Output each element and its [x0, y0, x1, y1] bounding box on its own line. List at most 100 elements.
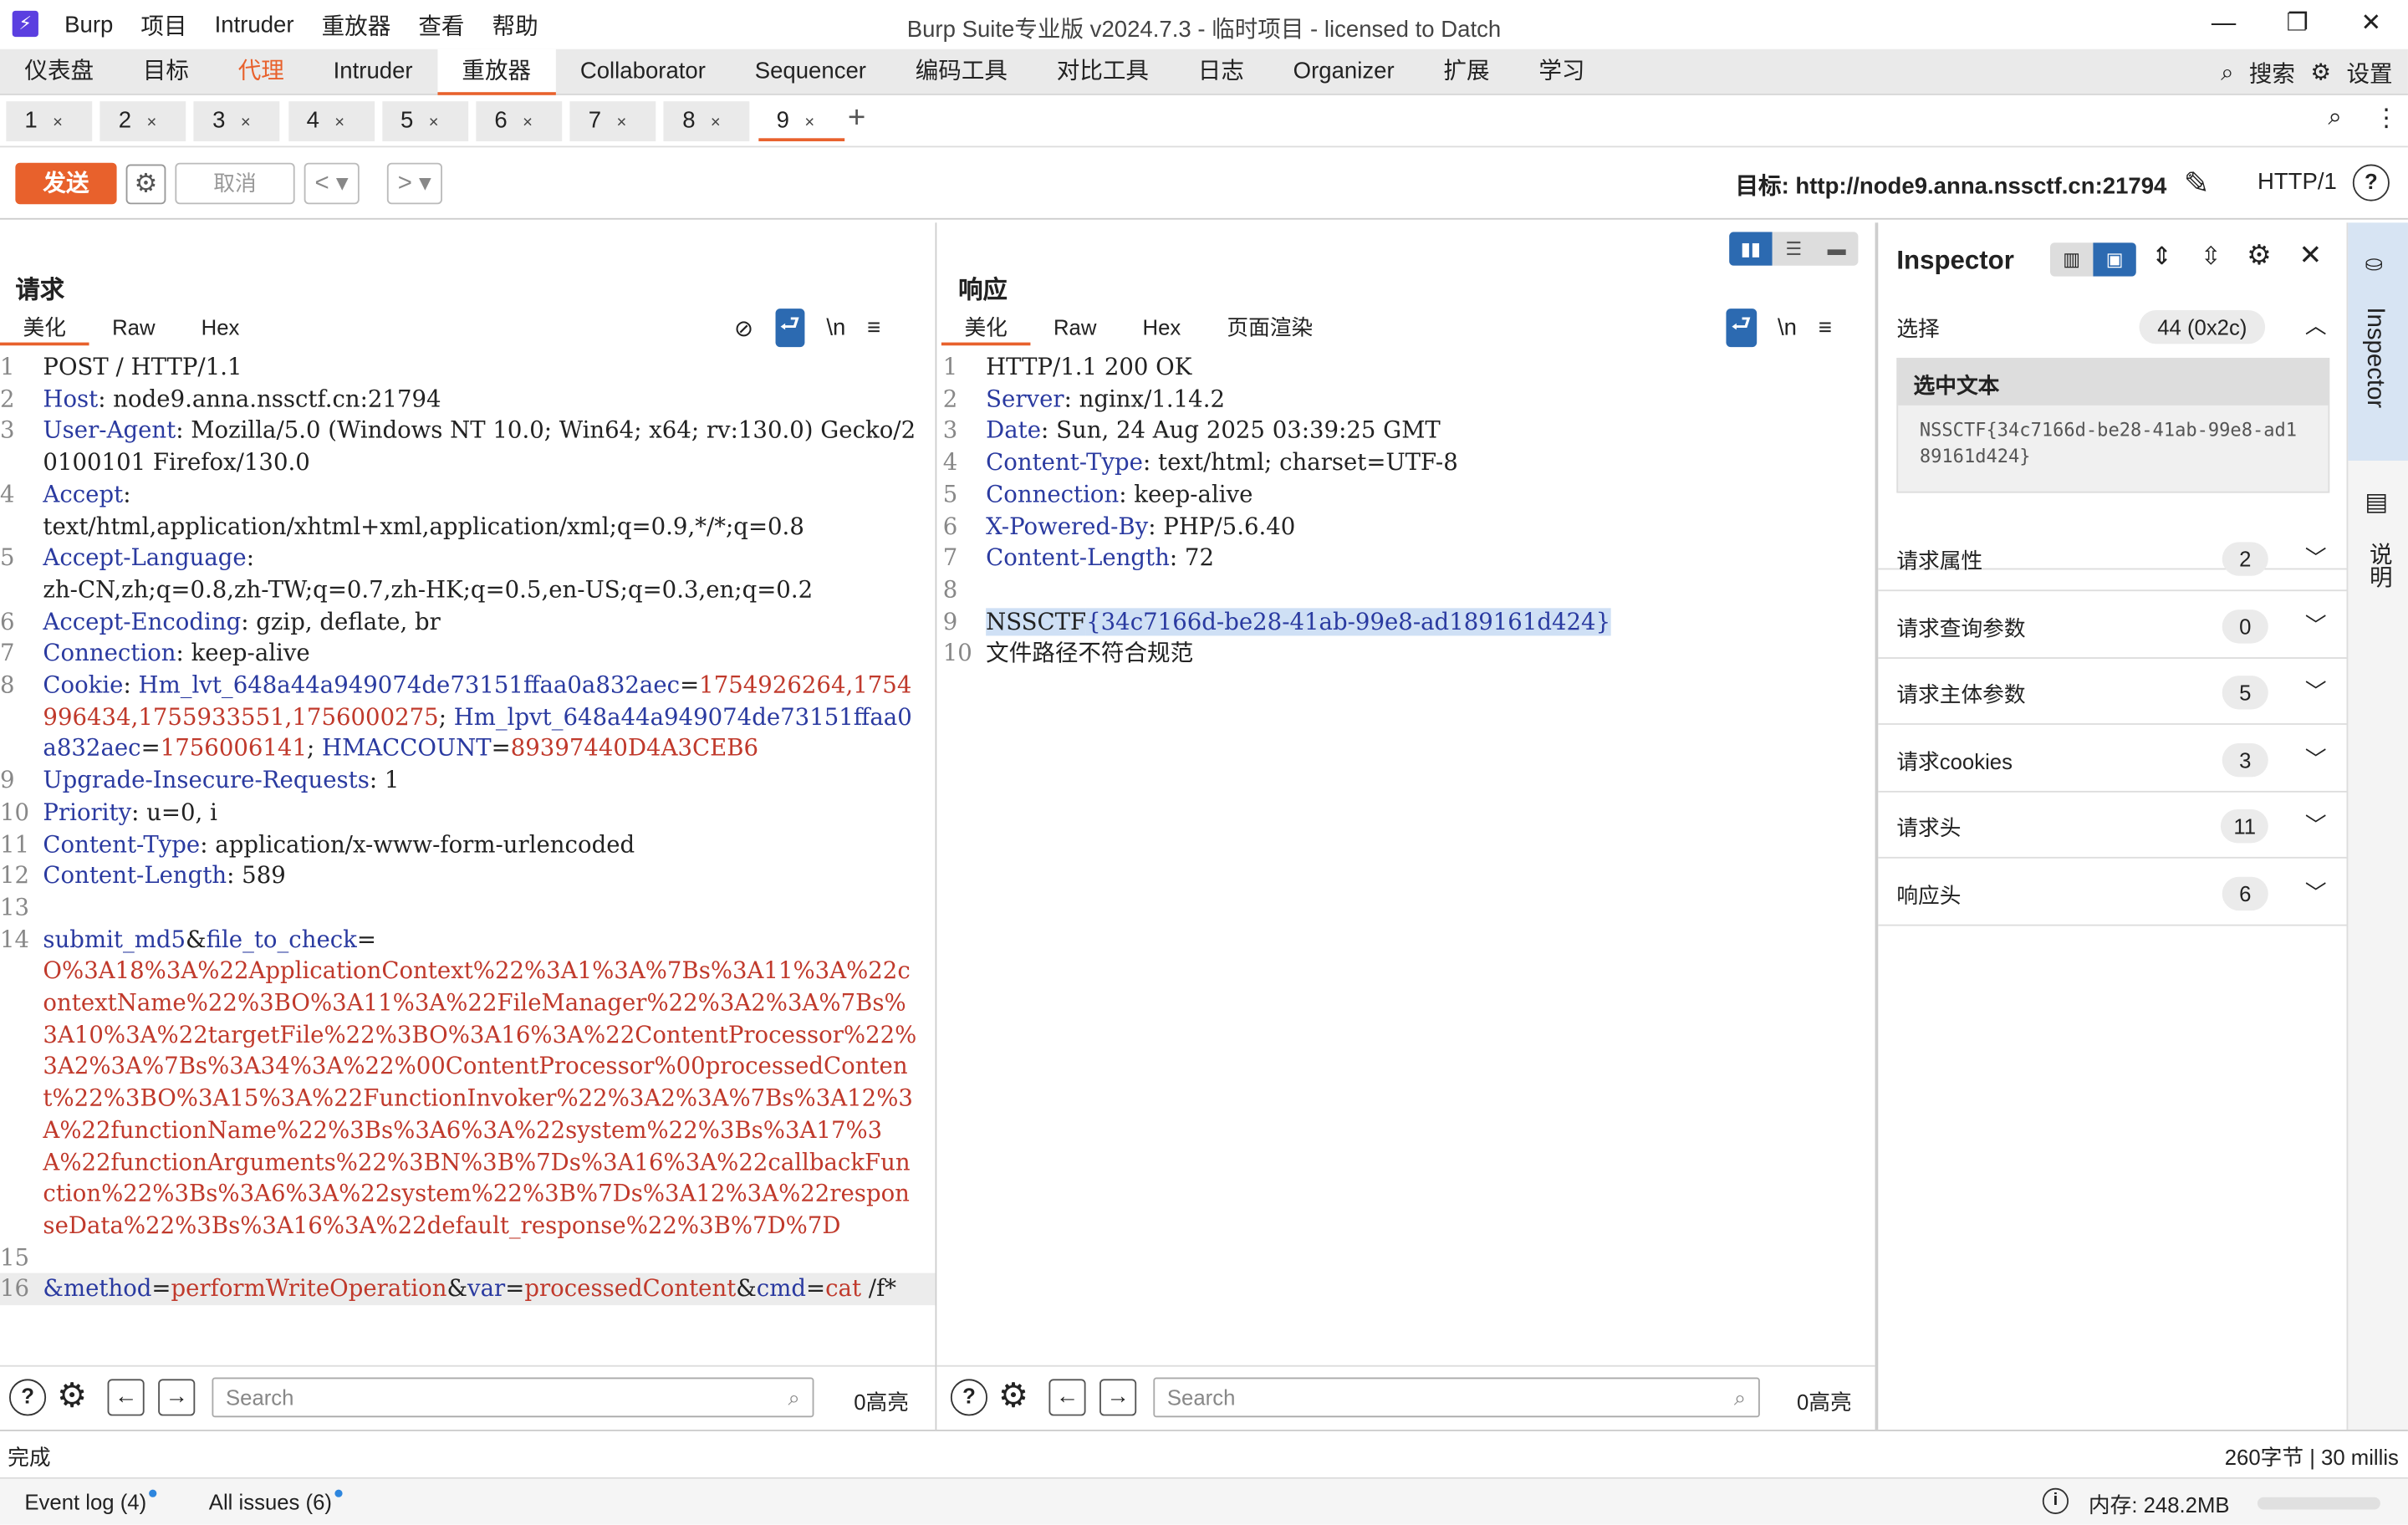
layout-icon[interactable]: ▥	[2050, 242, 2093, 276]
tabs-layout-icon[interactable]: ▬	[1815, 232, 1858, 265]
settings-label[interactable]: 设置	[2346, 56, 2392, 89]
notes-side-label[interactable]: 说明	[2364, 542, 2396, 588]
tool-tab[interactable]: Organizer	[1268, 49, 1419, 95]
tool-tab[interactable]: 扩展	[1419, 49, 1514, 95]
repeater-tab[interactable]: 5 ×	[381, 101, 468, 141]
hide-icon[interactable]: ⊘	[734, 314, 753, 341]
edit-target-icon[interactable]: ✎	[2184, 165, 2210, 203]
prev-match-icon[interactable]: ←	[1048, 1379, 1086, 1416]
back-button[interactable]: < ▾	[304, 162, 360, 205]
request-tab[interactable]: 美化	[0, 309, 89, 346]
chevron-up-icon[interactable]: ︿	[2305, 310, 2327, 341]
response-tab[interactable]: Raw	[1030, 309, 1120, 345]
help-icon[interactable]: ?	[9, 1379, 47, 1416]
close-tab-icon[interactable]: ×	[711, 114, 721, 132]
info-icon[interactable]: i	[2042, 1487, 2069, 1514]
close-tab-icon[interactable]: ×	[53, 114, 63, 132]
close-tab-icon[interactable]: ×	[334, 114, 344, 132]
global-search-label[interactable]: 搜索	[2249, 56, 2295, 89]
repeater-tab[interactable]: 3 ×	[194, 101, 280, 141]
inspector-section[interactable]: 请求属性 2 ﹀	[1878, 525, 2349, 592]
add-tab-icon[interactable]: +	[848, 101, 865, 136]
layout-icon[interactable]: ▣	[2093, 242, 2136, 277]
close-tab-icon[interactable]: ×	[616, 114, 626, 132]
request-tab[interactable]: Raw	[89, 309, 179, 345]
response-editor[interactable]: 1 HTTP/1.1 200 OK 2 Server: nginx/1.14.2 3 Da…	[943, 352, 1875, 670]
close-icon[interactable]: ✕	[2334, 0, 2408, 49]
chevron-down-icon[interactable]: ﹀	[2305, 676, 2327, 706]
close-tab-icon[interactable]: ×	[523, 114, 533, 132]
response-search-input[interactable]: Search ⌕	[1153, 1377, 1760, 1418]
newline-icon[interactable]: \n	[1778, 315, 1797, 341]
tool-tab[interactable]: 日志	[1173, 49, 1268, 95]
repeater-tab[interactable]: 8 ×	[664, 101, 751, 141]
request-search-input[interactable]: Search ⌕	[212, 1377, 814, 1418]
minimize-icon[interactable]: —	[2186, 0, 2260, 49]
prev-match-icon[interactable]: ←	[107, 1379, 145, 1416]
inspector-section[interactable]: 响应头 6 ﹀	[1878, 860, 2349, 926]
next-match-icon[interactable]: →	[158, 1379, 196, 1416]
http-version[interactable]: HTTP/1	[2258, 169, 2337, 195]
send-button[interactable]: 发送	[15, 162, 117, 205]
response-tab[interactable]: Hex	[1120, 309, 1204, 345]
collapse-all-icon[interactable]: ⇳	[2201, 241, 2222, 272]
inspector-side-tab[interactable]: ⛀ Inspector	[2348, 222, 2408, 462]
tool-tab[interactable]: 对比工具	[1032, 49, 1173, 95]
event-log-link[interactable]: Event log (4)	[24, 1489, 158, 1514]
repeater-tab[interactable]: 6 ×	[476, 101, 563, 141]
tool-tab[interactable]: Collaborator	[555, 49, 730, 95]
response-tab[interactable]: 美化	[941, 309, 1031, 346]
inspector-section[interactable]: 请求查询参数 0 ﹀	[1878, 592, 2349, 659]
wrap-icon[interactable]: ⮐	[1726, 309, 1757, 348]
split-vertical-icon[interactable]: ☰	[1773, 232, 1815, 265]
help-icon[interactable]: ?	[2352, 164, 2390, 201]
gear-icon[interactable]: ⚙	[2310, 59, 2331, 86]
chevron-down-icon[interactable]: ﹀	[2305, 542, 2327, 573]
notes-icon[interactable]: ▤	[2365, 487, 2389, 518]
newline-icon[interactable]: \n	[826, 315, 845, 341]
gear-icon[interactable]: ⚙	[998, 1376, 1028, 1416]
request-editor[interactable]: 1 POST / HTTP/1.1 2 Host: node9.anna.nssctf…	[0, 352, 936, 1306]
repeater-tab[interactable]: 1 ×	[6, 101, 93, 141]
split-horizontal-icon[interactable]: ▮▮	[1729, 232, 1773, 266]
tool-tab[interactable]: 学习	[1514, 49, 1610, 95]
chevron-down-icon[interactable]: ﹀	[2305, 609, 2327, 640]
more-options-icon[interactable]: ⋮	[2375, 103, 2399, 134]
gear-icon[interactable]: ⚙	[57, 1376, 87, 1416]
inspector-section[interactable]: 请求cookies 3 ﹀	[1878, 726, 2349, 793]
request-tab[interactable]: Hex	[178, 309, 263, 345]
expand-all-icon[interactable]: ⇕	[2151, 241, 2172, 272]
close-tab-icon[interactable]: ×	[804, 114, 814, 132]
cancel-button[interactable]: 取消	[175, 162, 295, 205]
help-icon[interactable]: ?	[950, 1379, 987, 1416]
tool-tab[interactable]: Sequencer	[730, 49, 890, 95]
chevron-down-icon[interactable]: ﹀	[2305, 810, 2327, 841]
menu-icon[interactable]: ≡	[867, 315, 880, 341]
gear-icon[interactable]: ⚙	[125, 164, 166, 205]
gear-icon[interactable]: ⚙	[2247, 240, 2272, 273]
menu-icon[interactable]: ≡	[1819, 315, 1832, 341]
forward-button[interactable]: > ▾	[386, 162, 442, 205]
repeater-tab[interactable]: 4 ×	[288, 101, 375, 141]
tool-tab[interactable]: 编码工具	[890, 49, 1032, 95]
next-match-icon[interactable]: →	[1099, 1379, 1137, 1416]
chevron-down-icon[interactable]: ﹀	[2305, 743, 2327, 774]
response-tab[interactable]: 页面渲染	[1204, 309, 1336, 345]
restore-icon[interactable]: ❐	[2261, 0, 2334, 49]
inspector-section[interactable]: 请求头 11 ﹀	[1878, 793, 2349, 859]
tool-tab[interactable]: 重放器	[437, 48, 556, 95]
tool-tab[interactable]: 仪表盘	[0, 49, 118, 95]
close-tab-icon[interactable]: ×	[241, 114, 251, 132]
tool-tab[interactable]: 代理	[213, 49, 309, 95]
wrap-icon[interactable]: ⮐	[774, 309, 805, 348]
close-tab-icon[interactable]: ×	[146, 114, 156, 132]
tool-tab[interactable]: Intruder	[309, 49, 437, 95]
selected-text-value[interactable]: NSSCTF{34c7166d-be28-41ab-99e8-ad189161d…	[1898, 405, 2328, 482]
close-tab-icon[interactable]: ×	[429, 114, 439, 132]
inspector-section[interactable]: 请求主体参数 5 ﹀	[1878, 659, 2349, 726]
tab-search-icon[interactable]: ⌕	[2328, 105, 2341, 132]
close-icon[interactable]: ✕	[2299, 240, 2323, 273]
tool-tab[interactable]: 目标	[118, 49, 213, 95]
repeater-tab[interactable]: 2 ×	[99, 101, 186, 141]
repeater-tab[interactable]: 9 ×	[758, 101, 844, 141]
